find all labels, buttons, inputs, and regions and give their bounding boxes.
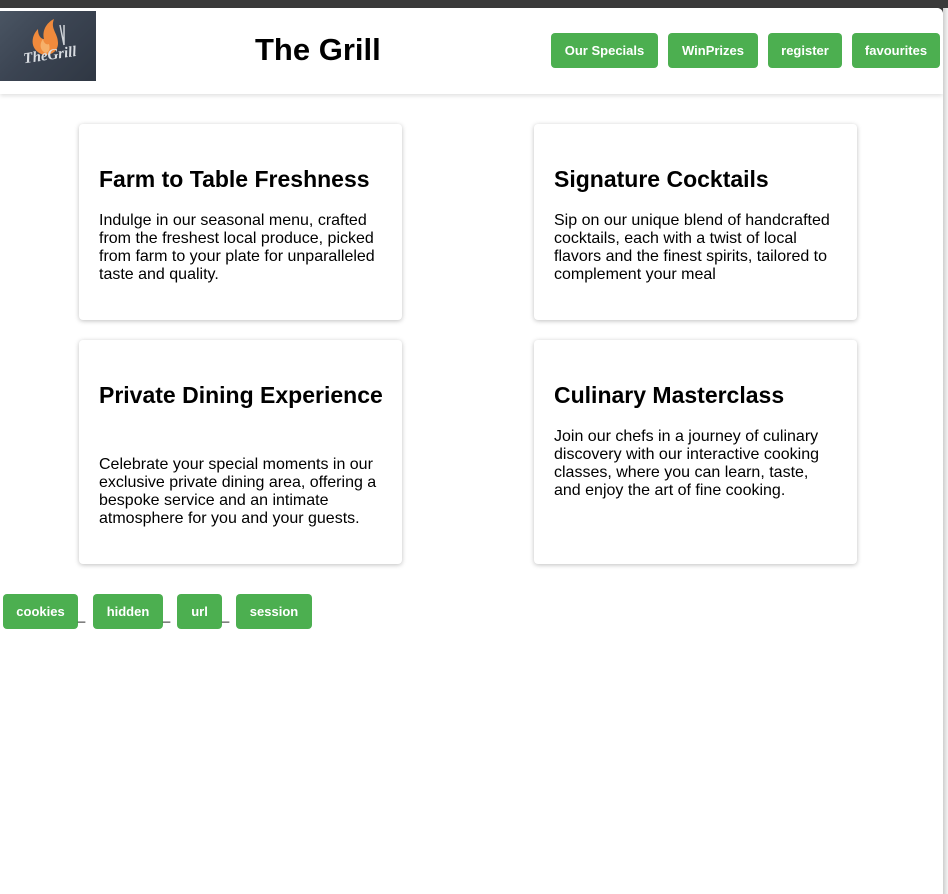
cookies-link-button[interactable]: cookies xyxy=(3,594,78,629)
card-text: Sip on our unique blend of handcrafted c… xyxy=(554,212,830,283)
card-text: Indulge in our seasonal menu, crafted fr… xyxy=(99,212,375,283)
url-link-button[interactable]: url xyxy=(177,594,222,629)
separator: _ xyxy=(163,608,171,623)
feature-card: Farm to Table Freshness Indulge in our s… xyxy=(79,124,402,320)
session-link-button[interactable]: session xyxy=(236,594,312,629)
separator: _ xyxy=(78,608,86,623)
card-text: Celebrate your special moments in our ex… xyxy=(99,456,377,527)
card-text: Join our chefs in a journey of culinary … xyxy=(554,428,820,499)
card-title: Private Dining Experience xyxy=(99,382,383,408)
site-header: TheGrill The Grill Our Specials WinPrize… xyxy=(0,8,943,94)
main-nav: Our Specials WinPrizes register favourit… xyxy=(0,33,943,69)
feature-card: Signature Cocktails Sip on our unique bl… xyxy=(534,124,857,320)
nav-favourites-button[interactable]: favourites xyxy=(852,33,940,68)
feature-card: Culinary Masterclass Join our chefs in a… xyxy=(534,340,857,564)
card-title: Culinary Masterclass xyxy=(554,382,785,408)
nav-winprizes-button[interactable]: WinPrizes xyxy=(668,33,758,68)
nav-our-specials-button[interactable]: Our Specials xyxy=(551,33,658,68)
scroll-edge xyxy=(943,8,948,894)
hidden-link-button[interactable]: hidden xyxy=(93,594,163,629)
page: TheGrill The Grill Our Specials WinPrize… xyxy=(0,8,943,894)
feature-card: Private Dining Experience Celebrate your… xyxy=(79,340,402,564)
card-title: Signature Cocktails xyxy=(554,166,769,192)
footer-links: cookies _ hidden _ url _ session xyxy=(0,594,400,630)
separator: _ xyxy=(222,608,230,623)
nav-register-button[interactable]: register xyxy=(768,33,842,68)
card-title: Farm to Table Freshness xyxy=(99,166,370,192)
